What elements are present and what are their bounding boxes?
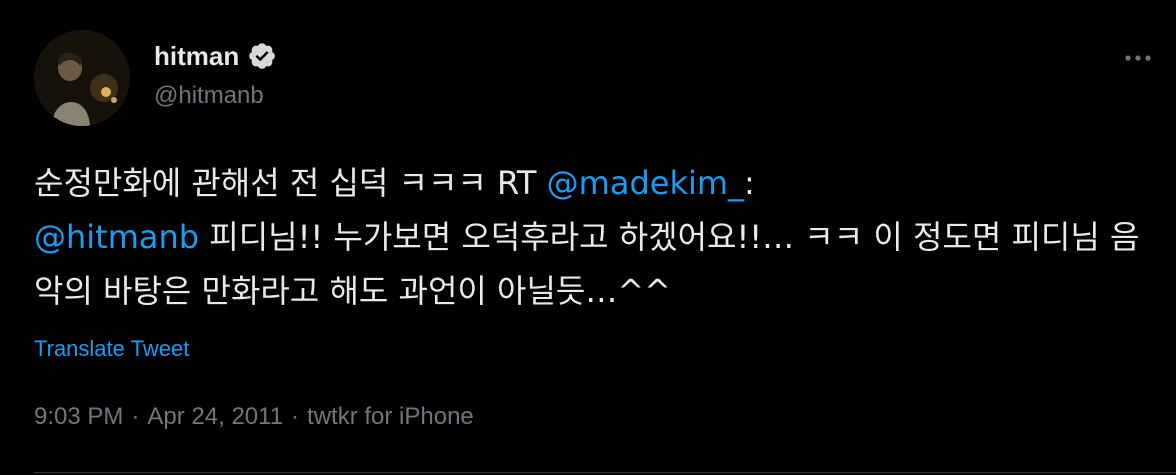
- avatar[interactable]: [34, 30, 130, 126]
- tweet-date[interactable]: Apr 24, 2011: [147, 400, 283, 434]
- author-name-row[interactable]: hitman: [154, 38, 277, 74]
- divider: [34, 472, 1176, 473]
- mention-madekim[interactable]: @madekim_: [547, 164, 744, 202]
- meta-separator: ·: [291, 403, 300, 430]
- mention-hitmanb[interactable]: @hitmanb: [34, 218, 199, 256]
- more-options-icon[interactable]: [1118, 42, 1158, 74]
- translate-tweet-link[interactable]: Translate Tweet: [34, 334, 189, 364]
- tweet-source[interactable]: twtkr for iPhone: [307, 400, 474, 434]
- tweet-text: 순정만화에 관해선 전 십덕 ㅋㅋㅋ RT @madekim_: @hitmanb…: [34, 156, 1154, 318]
- verified-badge-icon: [247, 41, 277, 71]
- meta-separator: ·: [131, 403, 140, 430]
- avatar-photo: [34, 30, 130, 126]
- tweet-meta: 9:03 PM · Apr 24, 2011 · twtkr for iPhon…: [34, 400, 474, 434]
- tweet-time[interactable]: 9:03 PM: [34, 400, 123, 434]
- author-handle[interactable]: @hitmanb: [154, 80, 264, 112]
- author-display-name[interactable]: hitman: [154, 38, 239, 74]
- tweet-text-colon: :: [744, 164, 755, 202]
- tweet-text-body: 피디님!! 누가보면 오덕후라고 하겠어요!!… ㅋㅋ 이 정도면 피디님 음악…: [34, 218, 1140, 310]
- tweet-text-line1: 순정만화에 관해선 전 십덕 ㅋㅋㅋ RT: [34, 164, 547, 202]
- tweet: hitman @hitmanb 순정만화에 관해선 전 십덕 ㅋㅋㅋ RT @m…: [0, 0, 1176, 475]
